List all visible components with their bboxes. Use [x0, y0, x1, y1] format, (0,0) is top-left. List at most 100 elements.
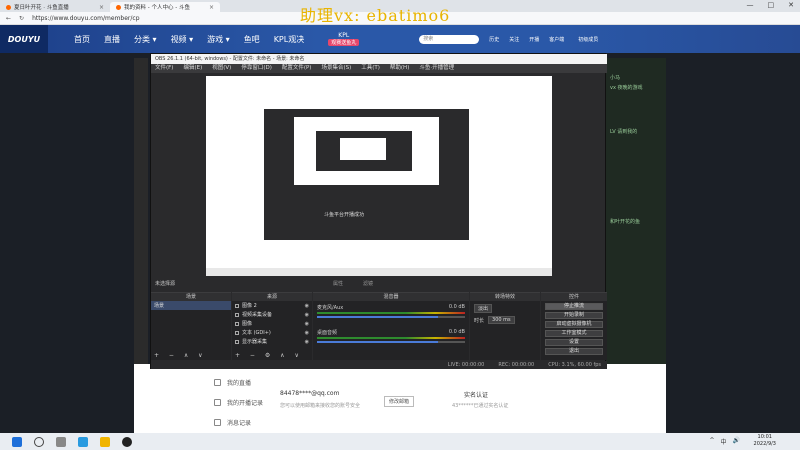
volume-meter	[317, 337, 465, 339]
refresh-icon[interactable]: ↻	[19, 15, 24, 22]
dock-title: 混音器	[313, 293, 469, 301]
scenes-dock: 场景 场景 + − ∧ ∨	[151, 292, 231, 360]
source-label: 视频采集设备	[242, 312, 273, 318]
scene-item[interactable]: 场景	[151, 301, 231, 310]
follow-link[interactable]: 关注	[509, 36, 519, 43]
transition-select-row: 淡出	[474, 304, 536, 313]
mixer-track: 桌面音频 0.0 dB	[317, 329, 465, 343]
visibility-icon[interactable]: ◉	[305, 303, 309, 309]
nested-browser	[294, 117, 439, 185]
back-icon[interactable]: ←	[6, 15, 11, 22]
exit-button[interactable]: 退出	[545, 348, 603, 355]
system-tray: ^ 中 🔊	[709, 437, 740, 446]
volume-slider[interactable]	[317, 316, 465, 318]
volume-slider[interactable]	[317, 341, 465, 343]
close-tab-icon[interactable]: ×	[99, 4, 104, 11]
visibility-icon[interactable]: ◉	[305, 330, 309, 336]
virtual-camera-button[interactable]: 启动虚拟摄像机	[545, 321, 603, 328]
menu-tools[interactable]: 工具(T)	[361, 64, 380, 73]
menu-douyu[interactable]: 斗鱼·开播管理	[419, 64, 454, 73]
obs-status-bar: LIVE: 00:00:00 REC: 00:00:00 CPU: 3.1%, …	[151, 361, 607, 369]
change-email-button[interactable]: 修改邮箱	[384, 396, 415, 407]
menu-view[interactable]: 视图(V)	[212, 64, 231, 73]
filters-button[interactable]: 滤镜	[363, 280, 373, 287]
nav-kpl[interactable]: KPL观决	[274, 34, 305, 45]
nav-home[interactable]: 首页	[74, 34, 90, 45]
client-link[interactable]: 客户端	[549, 36, 564, 43]
verify-note: 43******已通过实名认证	[452, 403, 509, 409]
menu-stream-records[interactable]: 我的开播记录	[214, 398, 263, 407]
site-logo[interactable]: DOUYU	[0, 25, 48, 53]
maximize-button[interactable]: □	[768, 1, 775, 9]
message-icon	[214, 419, 221, 426]
nav-games[interactable]: 游戏 ▾	[207, 34, 230, 45]
obs-preview[interactable]: 斗鱼平台开播成功	[206, 76, 552, 276]
windows-taskbar: ^ 中 🔊 10:01 2022/9/3	[0, 433, 800, 450]
settings-button[interactable]: 设置	[545, 339, 603, 346]
nav-live[interactable]: 直播	[104, 34, 120, 45]
minimize-button[interactable]: —	[747, 1, 754, 9]
stop-streaming-button[interactable]: 停止推流	[545, 303, 603, 310]
site-search-input[interactable]: 搜索	[419, 34, 480, 44]
source-item[interactable]: 图像 2 ◉	[232, 301, 312, 310]
source-item[interactable]: 文本 (GDI+) ◉	[232, 328, 312, 337]
duration-input[interactable]: 300 ms	[488, 316, 515, 324]
close-window-button[interactable]: ✕	[788, 1, 794, 9]
menu-profile[interactable]: 配置文件(P)	[282, 64, 312, 73]
ime-icon[interactable]: 中	[721, 437, 727, 446]
sources-dock: 来源 图像 2 ◉ 视频采集设备 ◉ 图像 ◉ 文本 (GDI+) ◉ 显示器采集 ◉ +…	[232, 292, 312, 360]
properties-button[interactable]: 属性	[333, 280, 343, 287]
menu-docks[interactable]: 停靠窗口(D)	[241, 64, 272, 73]
close-tab-icon[interactable]: ×	[209, 4, 214, 11]
right-chat-panel: 小马 vx 夜晚的游戏 LV 请到我的 和叶开花的鱼	[606, 58, 666, 364]
menu-my-live[interactable]: 我的直播	[214, 378, 251, 387]
visibility-icon[interactable]: ◉	[305, 321, 309, 327]
start-icon[interactable]	[12, 436, 22, 447]
task-view-icon[interactable]	[56, 436, 66, 447]
transitions-dock: 转场特效 淡出 时长 300 ms	[470, 292, 540, 360]
visibility-icon[interactable]: ◉	[305, 312, 309, 318]
explorer-icon[interactable]	[100, 436, 110, 447]
scene-toolbar[interactable]: + − ∧ ∨	[151, 352, 231, 360]
menu-scene-collection[interactable]: 场景集合(S)	[321, 64, 351, 73]
track-name: 麦克风/Aux	[317, 305, 344, 311]
obs-window: OBS 26.1.1 (64-bit, windows) - 配置文件: 未命名…	[150, 53, 607, 369]
volume-icon[interactable]: 🔊	[733, 437, 740, 446]
source-item[interactable]: 图像 ◉	[232, 319, 312, 328]
menu-label: 我的直播	[227, 380, 252, 387]
nav-video[interactable]: 视频 ▾	[171, 34, 194, 45]
clock[interactable]: 10:01 2022/9/3	[754, 434, 776, 448]
browser-tab-2[interactable]: 我的资料 - 个人中心 - 斗鱼 ×	[110, 2, 220, 12]
source-item[interactable]: 显示器采集 ◉	[232, 337, 312, 346]
obs-icon[interactable]	[122, 436, 132, 447]
start-stream-link[interactable]: 开播	[529, 36, 539, 43]
mixer-track: 麦克风/Aux 0.0 dB	[317, 304, 465, 318]
menu-file[interactable]: 文件(F)	[155, 64, 173, 73]
nav-yuba[interactable]: 鱼吧	[244, 34, 260, 45]
kpl-banner[interactable]: KPL 观赛送鱼丸	[328, 32, 360, 46]
history-link[interactable]: 历史	[489, 36, 499, 43]
tab-title: 夏日叶开花 · 斗鱼直播	[14, 5, 69, 11]
source-toolbar[interactable]: + − ⚙ ∧ ∨	[232, 352, 312, 360]
nav-category[interactable]: 分类 ▾	[134, 34, 157, 45]
search-icon[interactable]	[34, 436, 44, 447]
chat-line: LV 请到我的	[610, 129, 638, 135]
start-recording-button[interactable]: 开始录制	[545, 312, 603, 319]
user-avatar[interactable]: 初级成员	[578, 36, 598, 43]
transition-select[interactable]: 淡出	[474, 304, 493, 313]
source-item[interactable]: 视频采集设备 ◉	[232, 310, 312, 319]
menu-help[interactable]: 帮助(H)	[390, 64, 409, 73]
menu-edit[interactable]: 编辑(E)	[183, 64, 202, 73]
visibility-icon[interactable]: ◉	[305, 339, 309, 345]
nested-status-text: 斗鱼平台开播成功	[324, 212, 365, 218]
menu-messages[interactable]: 消息记录	[214, 418, 251, 427]
controls-dock: 控件 停止推流 开始录制 启动虚拟摄像机 工作室模式 设置 退出	[541, 292, 607, 360]
cpu-fps: CPU: 3.1%, 60.00 fps	[548, 362, 601, 368]
kpl-title: KPL	[338, 32, 350, 39]
tray-expand-icon[interactable]: ^	[709, 437, 714, 446]
obs-title-bar: OBS 26.1.1 (64-bit, windows) - 配置文件: 未命名…	[151, 54, 607, 64]
browser-tab-1[interactable]: 夏日叶开花 · 斗鱼直播 ×	[0, 2, 110, 12]
edge-icon[interactable]	[78, 436, 88, 447]
studio-mode-button[interactable]: 工作室模式	[545, 330, 603, 337]
chat-line: 和叶开花的鱼	[610, 219, 641, 225]
